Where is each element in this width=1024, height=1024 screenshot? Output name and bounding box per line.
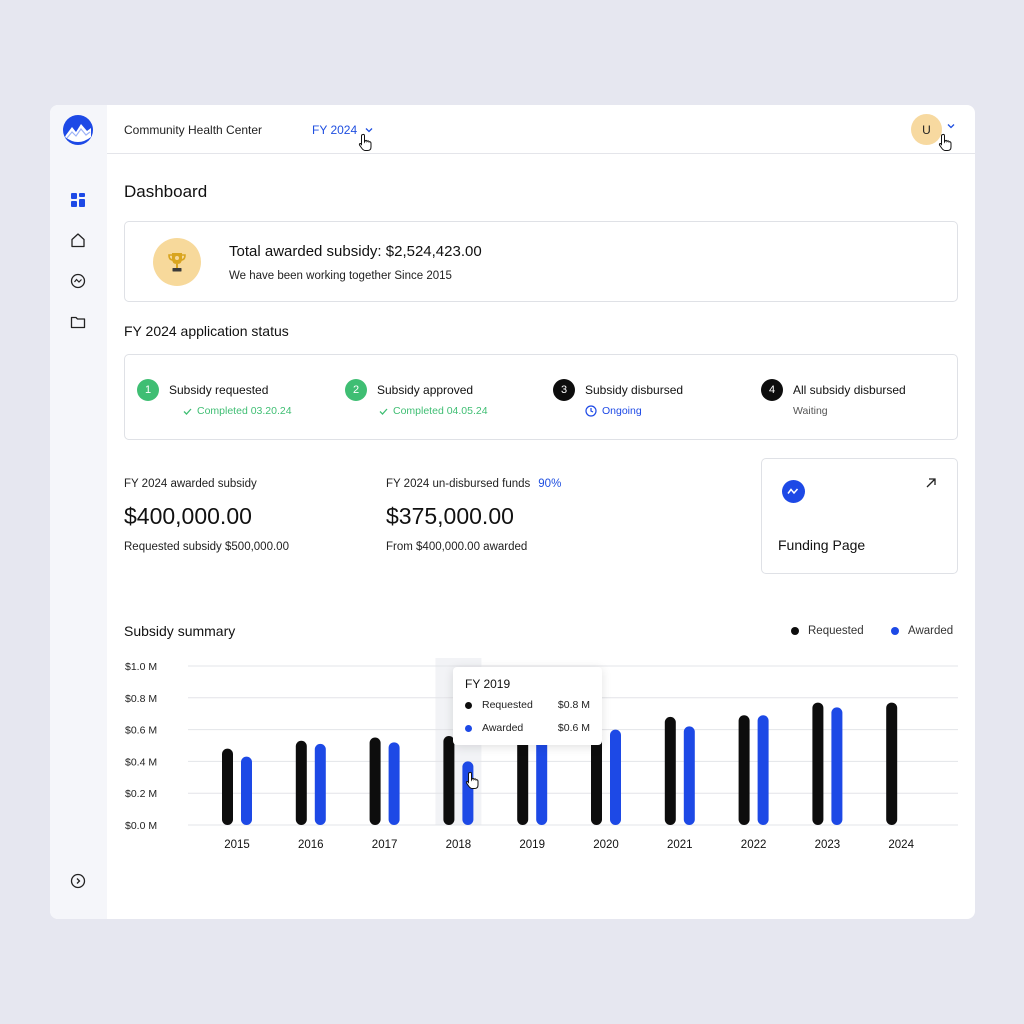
y-tick-label: $0.0 M — [125, 820, 157, 832]
tooltip-awarded-label: Awarded — [482, 722, 524, 734]
app-window: Community Health Center FY 2024 U Dashbo… — [50, 105, 975, 919]
x-tick-label: 2021 — [667, 839, 693, 851]
bar-awarded — [831, 707, 843, 825]
y-tick-label: $0.4 M — [125, 756, 157, 768]
x-tick-label: 2016 — [298, 839, 324, 851]
bar-requested — [812, 702, 824, 825]
y-tick-label: $1.0 M — [125, 661, 157, 673]
bar-awarded — [757, 715, 769, 825]
subsidy-chart: $0.0 M $0.2 M $0.4 M $0.6 M $0.8 M $1.0 M 2015… — [125, 658, 958, 851]
bar-requested — [886, 702, 898, 825]
bar-awarded — [683, 726, 695, 825]
tooltip-awarded-dot — [465, 724, 472, 732]
bar-requested — [369, 737, 381, 825]
bar-requested — [222, 748, 233, 825]
bar-awarded — [241, 756, 252, 825]
y-tick-label: $0.6 M — [125, 725, 157, 737]
y-tick-label: $0.8 M — [125, 693, 157, 705]
x-tick-label: 2024 — [888, 839, 914, 851]
y-tick-label: $0.2 M — [125, 788, 157, 800]
x-tick-label: 2023 — [815, 839, 841, 851]
tooltip-requested-dot — [465, 701, 472, 709]
tooltip-awarded-value: $0.6 M — [557, 722, 590, 734]
chart-tooltip: FY 2019 Requested $0.8 M Awarded $0.6 M — [453, 667, 602, 745]
bar-awarded — [388, 742, 400, 825]
tooltip-requested-label: Requested — [482, 699, 533, 711]
x-tick-label: 2020 — [593, 839, 619, 851]
x-tick-label: 2017 — [372, 839, 398, 851]
bar-awarded — [462, 761, 474, 825]
bar-awarded — [610, 729, 621, 825]
bar-requested — [443, 735, 455, 825]
x-tick-label: 2018 — [446, 839, 472, 851]
tooltip-row-awarded: Awarded $0.6 M — [465, 722, 590, 734]
bar-requested — [664, 716, 676, 825]
x-tick-label: 2015 — [224, 839, 250, 851]
x-tick-label: 2022 — [741, 839, 767, 851]
x-tick-label: 2019 — [519, 839, 545, 851]
bar-requested — [738, 715, 750, 825]
bar-awarded — [314, 743, 326, 825]
tooltip-title: FY 2019 — [465, 677, 511, 691]
bar-requested — [295, 740, 307, 825]
tooltip-requested-value: $0.8 M — [557, 699, 590, 711]
tooltip-row-requested: Requested $0.8 M — [465, 699, 590, 711]
